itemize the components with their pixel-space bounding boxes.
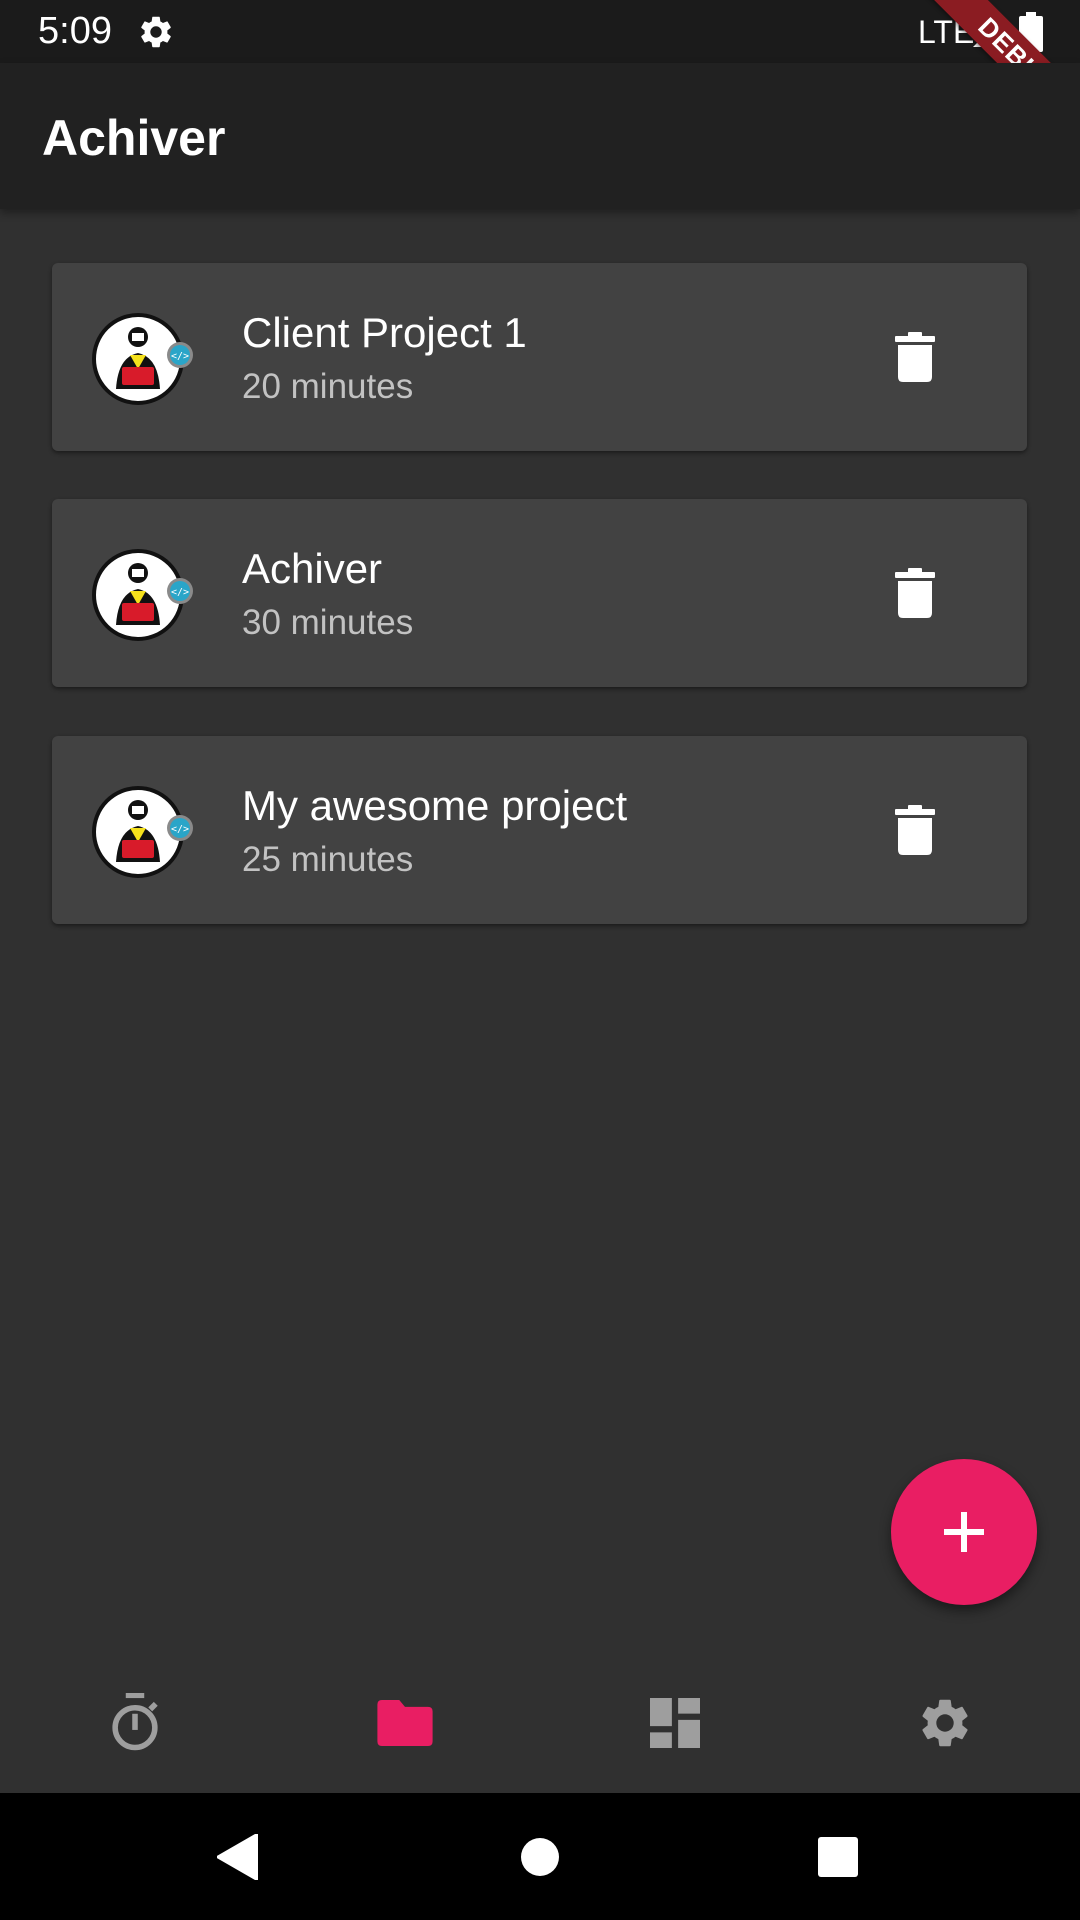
status-time: 5:09: [38, 10, 112, 52]
project-duration: 20 minutes: [242, 367, 414, 406]
developer-avatar-icon: </>: [92, 786, 193, 878]
home-icon: [521, 1837, 559, 1876]
project-card[interactable]: </> Client Project 1 20 minutes: [52, 263, 1027, 451]
nav-item-projects[interactable]: [270, 1653, 540, 1793]
svg-text:</>: </>: [171, 824, 189, 835]
timer-icon: [112, 1693, 158, 1751]
signal-icon: [973, 17, 1003, 47]
gear-icon: [141, 16, 171, 48]
battery-icon: [1019, 12, 1043, 52]
trash-icon: [895, 332, 935, 382]
nav-item-timer[interactable]: [0, 1653, 270, 1793]
recents-icon: [818, 1836, 858, 1877]
network-type: LTE: [918, 14, 975, 50]
plus-icon: [944, 1512, 984, 1552]
project-name: Achiver: [242, 545, 383, 592]
add-project-button[interactable]: [891, 1459, 1037, 1605]
project-duration: 25 minutes: [242, 840, 414, 879]
back-button[interactable]: [178, 1793, 298, 1920]
project-duration: 30 minutes: [242, 603, 414, 642]
system-nav-bar: [0, 1793, 1080, 1920]
project-card[interactable]: </> Achiver 30 minutes: [52, 499, 1027, 687]
trash-icon: [895, 805, 935, 855]
bottom-nav: [0, 1653, 1080, 1793]
developer-avatar-icon: </>: [92, 549, 193, 641]
settings-icon: [922, 1699, 968, 1747]
home-button[interactable]: [480, 1793, 600, 1920]
nav-item-dashboard[interactable]: [540, 1653, 810, 1793]
back-icon: [217, 1833, 258, 1880]
developer-avatar-icon: </>: [92, 313, 193, 405]
delete-button[interactable]: [885, 327, 945, 387]
svg-text:</>: </>: [171, 587, 189, 598]
delete-button[interactable]: [885, 800, 945, 860]
project-name: Client Project 1: [242, 309, 527, 356]
page-title: Achiver: [42, 110, 226, 166]
folder-icon: [377, 1700, 433, 1746]
dashboard-icon: [650, 1698, 700, 1748]
trash-icon: [895, 568, 935, 618]
recents-button[interactable]: [778, 1793, 898, 1920]
app-bar: Achiver: [0, 63, 1080, 209]
project-card[interactable]: </> My awesome project 25 minutes: [52, 736, 1027, 924]
delete-button[interactable]: [885, 563, 945, 623]
svg-text:</>: </>: [171, 351, 189, 362]
status-bar: 5:09 LTE: [0, 0, 1080, 63]
nav-item-settings[interactable]: [810, 1653, 1080, 1793]
project-name: My awesome project: [242, 782, 628, 829]
